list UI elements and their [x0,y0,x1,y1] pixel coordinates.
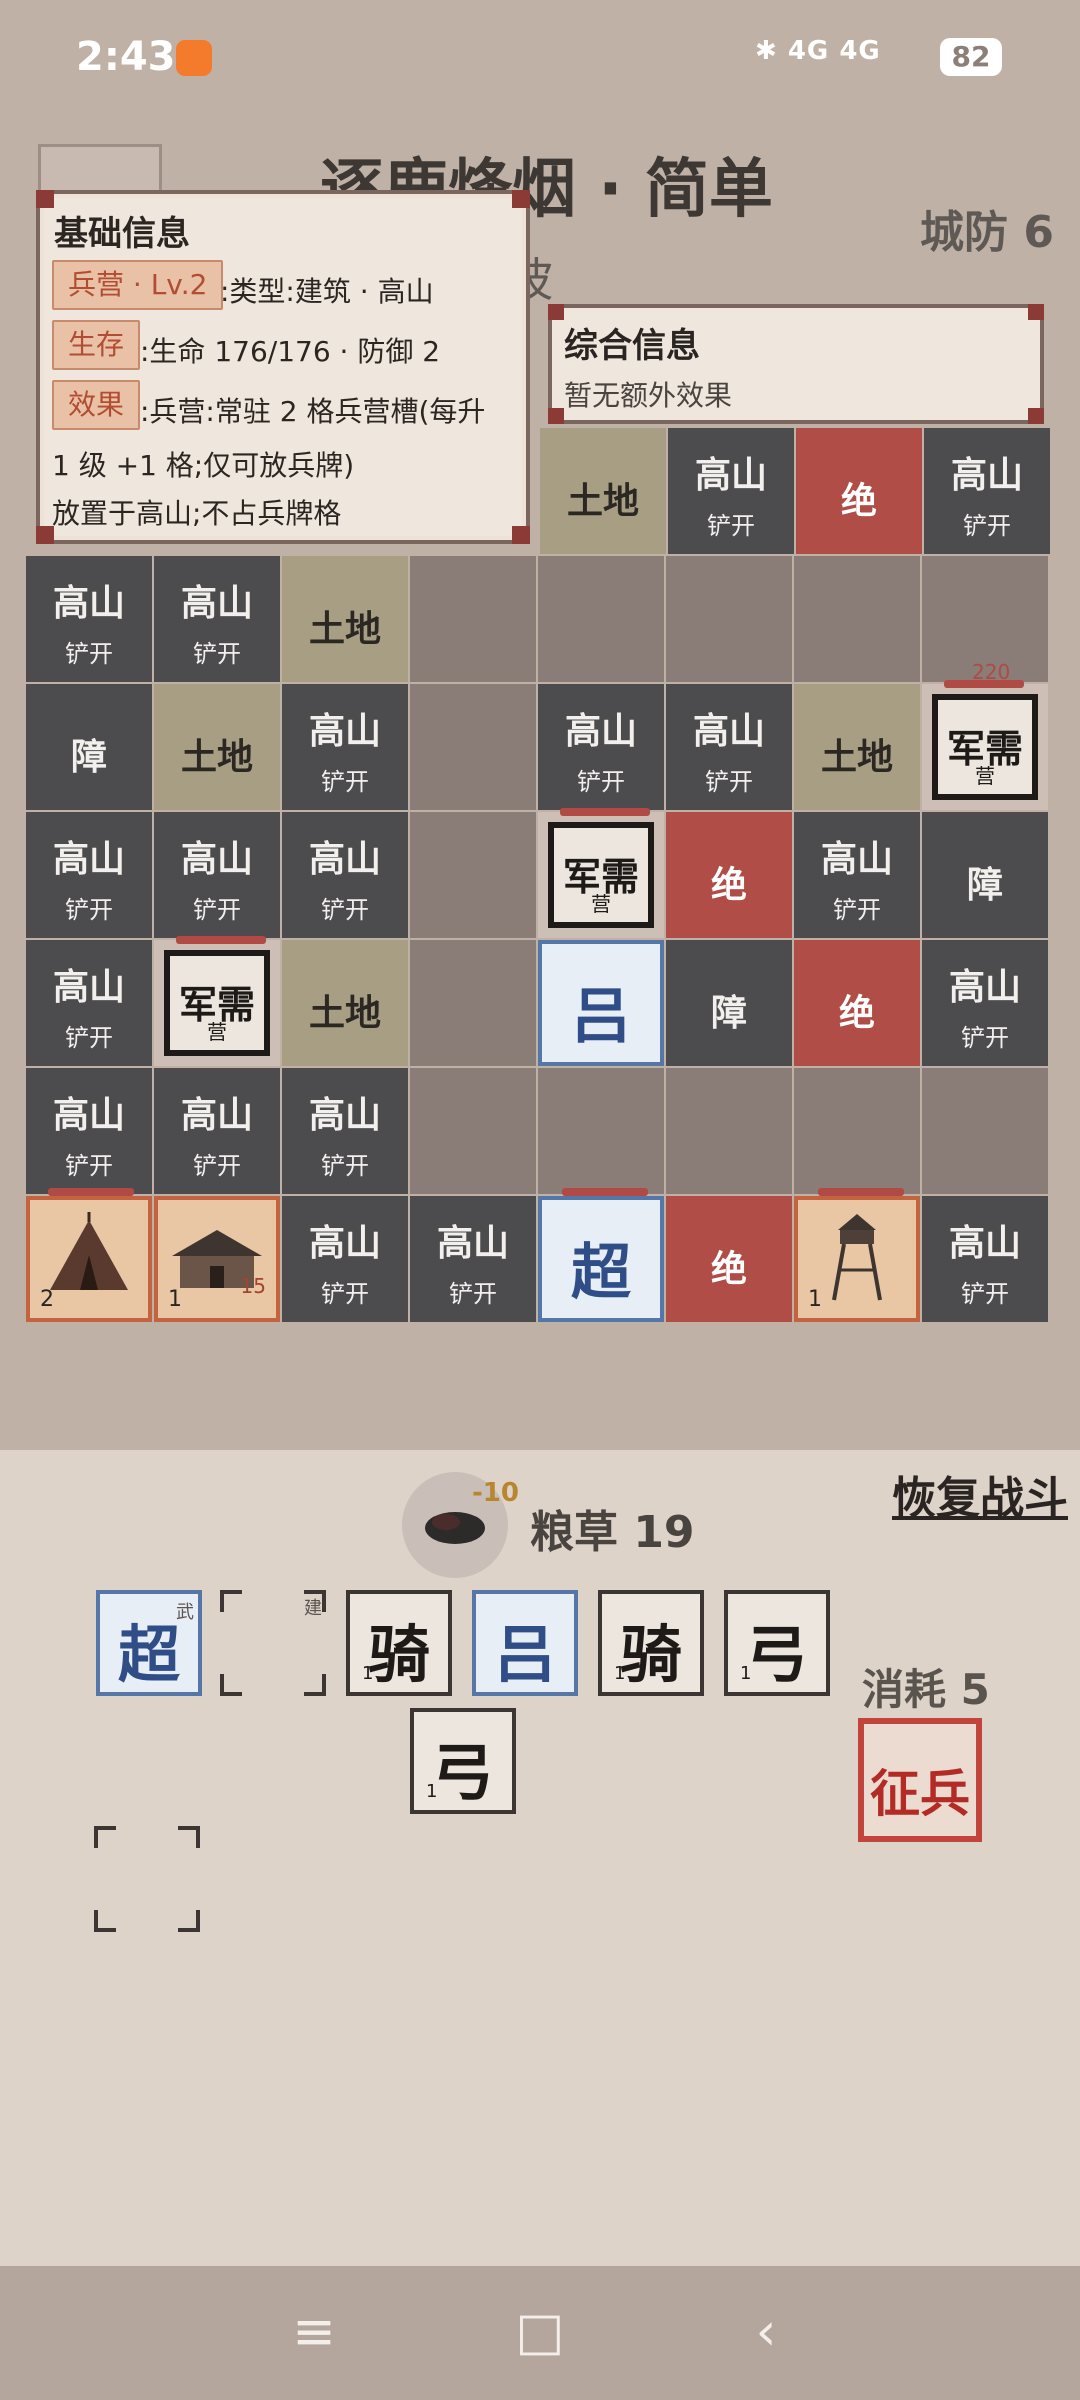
board-cell-absolute[interactable]: 绝 [666,812,792,938]
hand-card-archer[interactable]: 弓1 [410,1708,516,1814]
board-cell-mountain[interactable]: 高山 铲开 [924,428,1050,554]
barracks-building[interactable]: 1 15 [154,1196,280,1322]
board-cell-mountain[interactable]: 高山 铲开 [26,940,152,1066]
board-cell-empty[interactable] [794,556,920,682]
board-cell-mountain[interactable]: 高山 铲开 [154,1068,280,1194]
depot-hp-bar [176,936,266,944]
type-line: :类型:建筑 · 高山 [220,275,434,308]
board-cell-empty[interactable] [410,940,536,1066]
empty-slot[interactable] [94,1826,200,1932]
clock: 2:43 [76,34,176,80]
board-cell-absolute[interactable]: 绝 [666,1196,792,1322]
board-cell-obstacle[interactable]: 障 [922,812,1048,938]
effect-line: :兵营:常驻 2 格兵营槽(每升 [140,395,486,428]
resume-battle-button[interactable]: 恢复战斗 [892,1462,1068,1526]
recruit-button[interactable]: 征兵 [858,1718,982,1842]
board-cell-empty[interactable] [666,1068,792,1194]
board-cell-empty[interactable] [410,812,536,938]
hand-card-archer[interactable]: 弓1 [724,1590,830,1696]
board-cell-mountain[interactable]: 高山 铲开 [410,1196,536,1322]
city-defense: 城防 6 [920,207,1054,258]
hero-lv-bu[interactable]: 吕 [538,940,664,1066]
hand-card-chao[interactable]: 超武 [96,1590,202,1696]
basic-info-panel: 基础信息 兵营 · Lv.2 :类型:建筑 · 高山 生存 :生命 176/17… [36,190,530,544]
hand-card-lv[interactable]: 吕 [472,1590,578,1696]
supply-depot[interactable]: 军需营 [922,684,1048,810]
hero-hp-bar [562,1188,648,1196]
board-cell-mountain[interactable]: 高山 铲开 [668,428,794,554]
effect-line-2: 1 级 +1 格;仅可放兵牌) [52,449,355,482]
board-cell-empty[interactable] [538,1068,664,1194]
summary-text: 暂无额外效果 [564,379,733,412]
tower-hp-bar [818,1188,904,1196]
grain-delta: -10 [472,1478,519,1508]
app-notification-icon [176,40,212,76]
survival-line: :生命 176/176 · 防御 2 [140,335,441,368]
panel-title: 基础信息 [54,214,190,254]
battery-icon: 82 [940,38,1002,76]
game-board: 土地 高山 铲开 绝 高山 铲开 高山 铲开 高山 铲开 土地 障 土地 高山 铲开 高山… [26,428,1080,1331]
board-cell-obstacle[interactable]: 障 [666,940,792,1066]
board-cell-mountain[interactable]: 高山 铲开 [282,812,408,938]
board-cell-empty[interactable] [538,556,664,682]
board-cell-mountain[interactable]: 高山 铲开 [282,1196,408,1322]
depot-hp-bar [560,808,650,816]
back-icon[interactable]: ‹ [734,2300,798,2364]
home-icon[interactable]: □ [508,2300,572,2364]
board-cell-empty[interactable] [410,556,536,682]
placement-line: 放置于高山;不占兵牌格 [52,497,342,530]
board-cell-absolute[interactable]: 绝 [794,940,920,1066]
board-cell-mountain[interactable]: 高山 铲开 [26,556,152,682]
board-cell-mountain[interactable]: 高山 铲开 [26,812,152,938]
board-cell-mountain[interactable]: 高山 铲开 [26,1068,152,1194]
watchtower-building[interactable]: 1 [794,1196,920,1322]
hand-slot-build[interactable]: 建 [220,1590,326,1696]
board-cell-mountain[interactable]: 高山 铲开 [154,812,280,938]
board-cell-mountain[interactable]: 高山 铲开 [154,556,280,682]
board-cell-mountain[interactable]: 高山 铲开 [538,684,664,810]
board-cell-mountain[interactable]: 高山 铲开 [794,812,920,938]
menu-icon[interactable]: ≡ [282,2300,346,2364]
recruit-cost: 消耗 5 [862,1665,990,1714]
grain-label: 粮草 19 [530,1507,695,1558]
board-cell-empty[interactable] [666,556,792,682]
effect-tag: 效果 [52,380,141,430]
board-cell-obstacle[interactable]: 障 [26,684,152,810]
board-cell-mountain[interactable]: 高山 铲开 [922,1196,1048,1322]
board-cell-soil[interactable]: 土地 [154,684,280,810]
board-cell-mountain[interactable]: 高山 铲开 [282,684,408,810]
tent-hp-bar [48,1188,134,1196]
board-cell-absolute[interactable]: 绝 [796,428,922,554]
supply-depot[interactable]: 军需营 [538,812,664,938]
summary-title: 综合信息 [564,326,700,366]
building-tag: 兵营 · Lv.2 [52,260,224,310]
board-cell-empty[interactable] [794,1068,920,1194]
board-cell-mountain[interactable]: 高山 铲开 [922,940,1048,1066]
tent-building[interactable]: 2 [26,1196,152,1322]
board-cell-soil[interactable]: 土地 [282,940,408,1066]
depot-hp-bar [944,680,1024,688]
board-cell-mountain[interactable]: 高山 铲开 [666,684,792,810]
hero-chao[interactable]: 超 [538,1196,664,1322]
survival-tag: 生存 [52,320,141,370]
hand-card-cavalry[interactable]: 骑1 [346,1590,452,1696]
signal-icons: ✱ 4G 4G [755,36,881,66]
summary-info-panel: 综合信息 暂无额外效果 [548,304,1044,424]
status-bar: 2:43 ✱ 4G 4G 82 [0,0,1080,120]
board-cell-soil[interactable]: 土地 [794,684,920,810]
board-cell-empty[interactable] [410,684,536,810]
hand-card-cavalry[interactable]: 骑1 [598,1590,704,1696]
board-cell-soil[interactable]: 土地 [540,428,666,554]
board-cell-soil[interactable]: 土地 [282,556,408,682]
board-cell-mountain[interactable]: 高山 铲开 [282,1068,408,1194]
board-cell-empty[interactable] [410,1068,536,1194]
supply-depot[interactable]: 军需营 [154,940,280,1066]
board-cell-empty[interactable] [922,1068,1048,1194]
